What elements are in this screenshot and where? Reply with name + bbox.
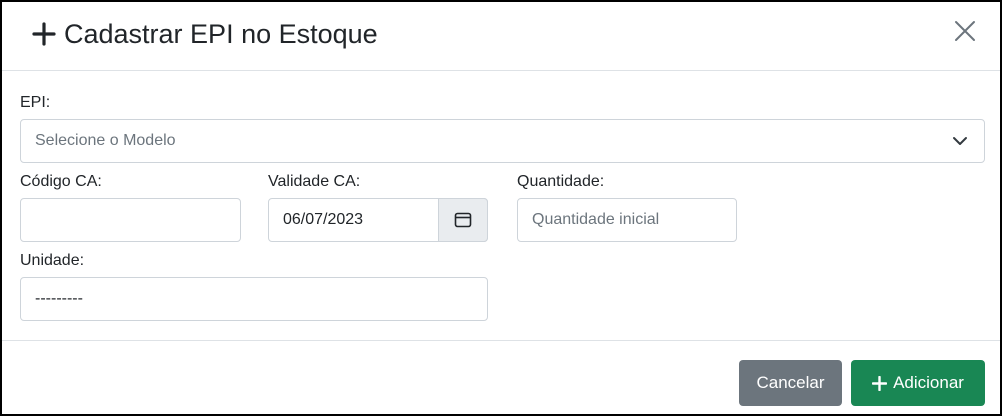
modal-title-text: Cadastrar EPI no Estoque — [64, 18, 378, 49]
add-button[interactable]: Adicionar — [851, 360, 985, 406]
register-epi-modal: Cadastrar EPI no Estoque EPI: Selecione … — [0, 0, 1002, 416]
validade-ca-value: 06/07/2023 — [283, 211, 364, 228]
cancel-button[interactable]: Cancelar — [739, 360, 842, 406]
modal-title: Cadastrar EPI no Estoque — [32, 14, 378, 54]
chevron-down-icon — [953, 137, 967, 145]
footer-divider — [2, 340, 1000, 341]
unidade-label: Unidade: — [20, 252, 85, 269]
calendar-button[interactable] — [438, 198, 488, 242]
codigo-ca-label: Código CA: — [20, 173, 102, 190]
unidade-select[interactable]: --------- — [20, 277, 488, 321]
calendar-icon — [454, 212, 472, 228]
modal-header: Cadastrar EPI no Estoque — [2, 2, 1000, 71]
cancel-button-label: Cancelar — [756, 373, 825, 392]
close-icon[interactable] — [952, 18, 978, 44]
add-button-label: Adicionar — [893, 373, 964, 392]
validade-ca-label: Validade CA: — [268, 173, 361, 190]
plus-icon — [872, 375, 888, 391]
unidade-value: --------- — [35, 290, 83, 307]
epi-select-placeholder: Selecione o Modelo — [35, 132, 176, 149]
epi-label: EPI: — [20, 94, 51, 111]
plus-icon — [32, 22, 56, 46]
quantidade-input[interactable]: Quantidade inicial — [517, 198, 737, 242]
epi-select[interactable]: Selecione o Modelo — [20, 119, 985, 163]
quantidade-label: Quantidade: — [517, 173, 605, 190]
validade-ca-input[interactable]: 06/07/2023 — [268, 198, 488, 242]
quantidade-placeholder: Quantidade inicial — [532, 211, 660, 228]
codigo-ca-input[interactable] — [20, 198, 241, 242]
